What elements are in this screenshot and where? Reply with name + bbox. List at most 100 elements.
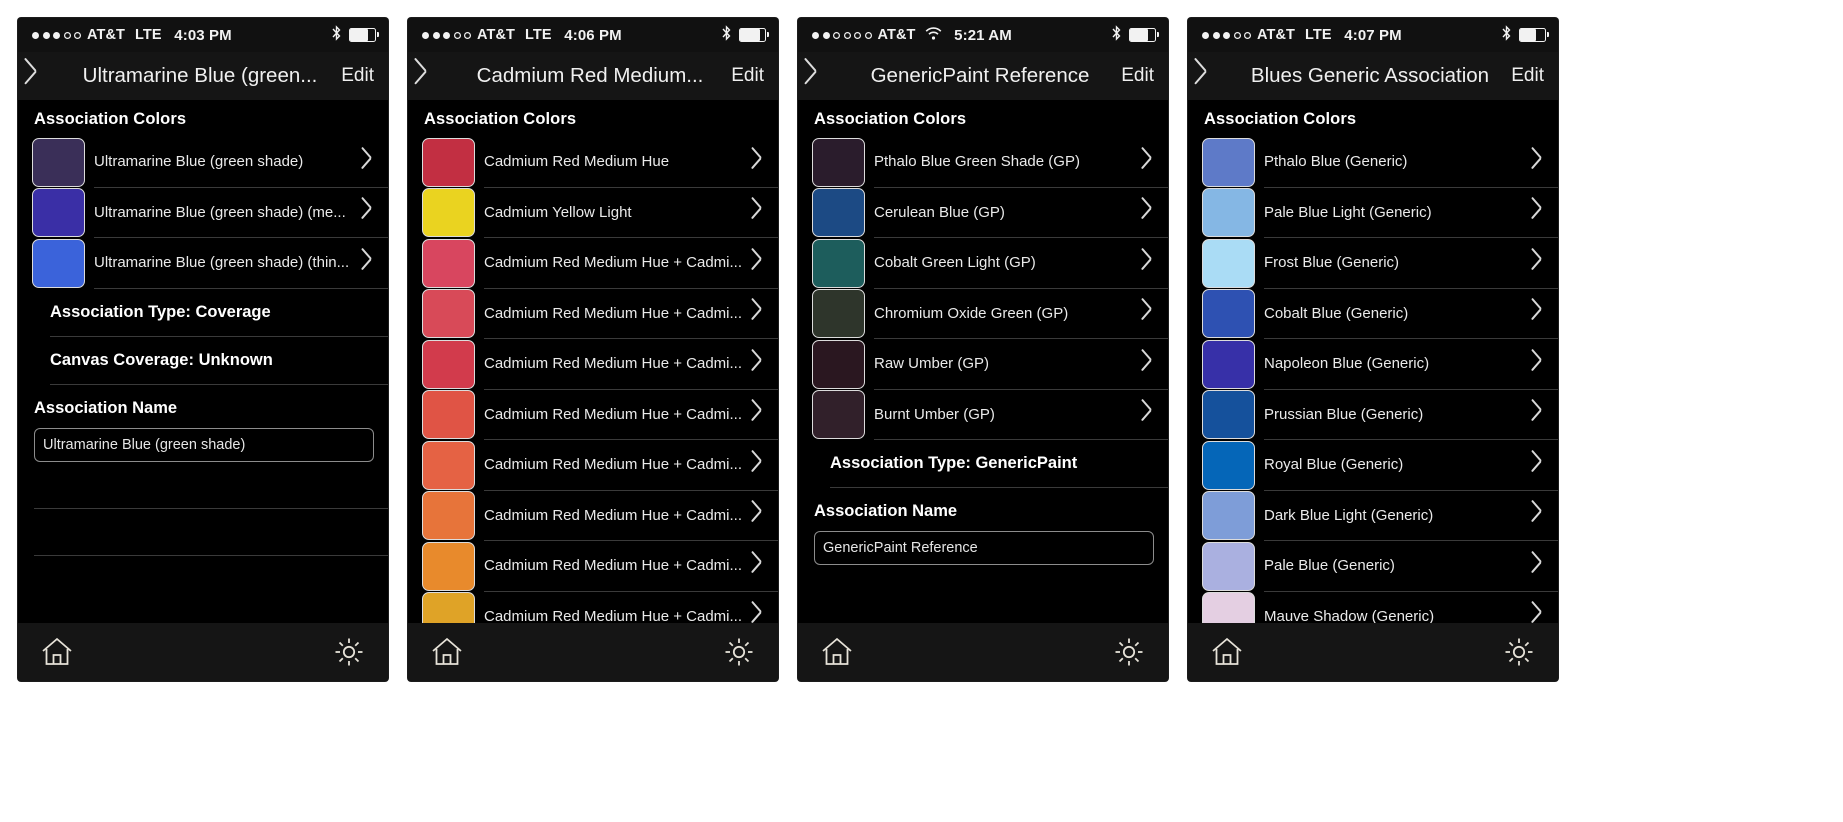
association-name-value: GenericPaint Reference (823, 540, 978, 556)
association-name-input[interactable]: GenericPaint Reference (814, 531, 1154, 565)
chevron-right-icon (1140, 152, 1152, 172)
color-name: Cadmium Red Medium Hue + Cadmi... (484, 557, 743, 575)
gear-icon[interactable] (332, 635, 366, 669)
list-item[interactable]: Ultramarine Blue (green shade) (thin... (18, 238, 388, 289)
list-item[interactable]: Cadmium Yellow Light (408, 188, 778, 238)
list-item[interactable]: Mauve Shadow (Generic) (1188, 592, 1558, 623)
list-item[interactable]: Raw Umber (GP) (798, 339, 1168, 390)
empty-row (34, 509, 388, 556)
home-icon[interactable] (1210, 635, 1244, 669)
color-name: Cadmium Red Medium Hue (484, 153, 670, 171)
color-swatch (812, 188, 865, 238)
list-item[interactable]: Pale Blue Light (Generic) (1188, 188, 1558, 238)
back-button[interactable] (18, 52, 64, 100)
list-item[interactable]: Cadmium Red Medium Hue + Cadmi... (408, 491, 778, 541)
color-swatch (32, 188, 85, 238)
color-name: Cerulean Blue (GP) (874, 203, 1005, 221)
list-item[interactable]: Cadmium Red Medium Hue + Cadmi... (408, 440, 778, 491)
color-swatch (422, 592, 475, 623)
home-icon[interactable] (430, 635, 464, 669)
list-item[interactable]: Pthalo Blue Green Shade (GP) (798, 137, 1168, 188)
chevron-left-icon (814, 63, 829, 89)
status-bar: AT&T LTE 4:03 PM (18, 18, 388, 52)
list-item[interactable]: Cadmium Red Medium Hue + Cadmi... (408, 390, 778, 440)
phone-screen-3: AT&T 5:21 AM GenericPaint Reference Edit… (798, 18, 1168, 681)
list-item[interactable]: Cadmium Red Medium Hue + Cadmi... (408, 541, 778, 592)
chevron-right-icon (1140, 303, 1152, 323)
color-name: Cadmium Red Medium Hue + Cadmi... (484, 506, 743, 524)
association-colors-list: Pthalo Blue Green Shade (GP) Cerulean Bl… (798, 137, 1168, 440)
list-item[interactable]: Frost Blue (Generic) (1188, 238, 1558, 289)
association-name-label: Association Name (34, 398, 178, 417)
list-item[interactable]: Cadmium Red Medium Hue (408, 137, 778, 188)
color-swatch (1202, 491, 1255, 541)
screenshot-stage: AT&T LTE 4:03 PM Ultramarine Blue (green… (0, 0, 1843, 822)
color-name: Frost Blue (Generic) (1264, 254, 1400, 272)
edit-button[interactable]: Edit (731, 65, 778, 87)
canvas-coverage-label: Canvas Coverage: Unknown (50, 337, 388, 385)
list-item[interactable]: Prussian Blue (Generic) (1188, 390, 1558, 440)
chevron-right-icon (1140, 202, 1152, 222)
gear-icon[interactable] (1502, 635, 1536, 669)
list-item[interactable]: Cadmium Red Medium Hue + Cadmi... (408, 339, 778, 390)
battery-icon (1129, 28, 1159, 42)
chevron-right-icon (1530, 354, 1542, 374)
back-button[interactable] (1188, 52, 1234, 100)
edit-button[interactable]: Edit (341, 65, 388, 87)
list-item[interactable]: Ultramarine Blue (green shade) (18, 137, 388, 188)
clock-label: 4:03 PM (174, 26, 232, 44)
color-swatch (422, 541, 475, 591)
screen-content: Association Colors Pthalo Blue (Generic)… (1188, 100, 1558, 623)
back-button[interactable] (798, 52, 844, 100)
list-item[interactable]: Cerulean Blue (GP) (798, 188, 1168, 238)
edit-button[interactable]: Edit (1121, 65, 1168, 87)
home-icon[interactable] (820, 635, 854, 669)
back-button[interactable] (408, 52, 454, 100)
gear-icon[interactable] (1112, 635, 1146, 669)
chevron-left-icon (34, 63, 49, 89)
color-name: Cadmium Red Medium Hue + Cadmi... (484, 254, 743, 272)
list-item[interactable]: Cobalt Green Light (GP) (798, 238, 1168, 289)
color-name: Ultramarine Blue (green shade) (thin... (94, 254, 350, 272)
color-name: Raw Umber (GP) (874, 355, 990, 373)
list-item[interactable]: Dark Blue Light (Generic) (1188, 491, 1558, 541)
section-header: Association Colors (814, 110, 967, 128)
info-section: Association Type: GenericPaint (814, 440, 1168, 488)
screen-content: Association Colors Pthalo Blue Green Sha… (798, 100, 1168, 623)
color-name: Pthalo Blue Green Shade (GP) (874, 153, 1080, 171)
chevron-right-icon (1140, 253, 1152, 273)
edit-button[interactable]: Edit (1511, 65, 1558, 87)
list-item[interactable]: Pale Blue (Generic) (1188, 541, 1558, 592)
list-item[interactable]: Royal Blue (Generic) (1188, 440, 1558, 491)
list-item[interactable]: Cobalt Blue (Generic) (1188, 289, 1558, 339)
chevron-right-icon (1530, 455, 1542, 475)
list-item[interactable]: Cadmium Red Medium Hue + Cadmi... (408, 289, 778, 339)
empty-row (34, 462, 388, 509)
tab-bar (18, 623, 388, 681)
home-icon[interactable] (40, 635, 74, 669)
navigation-bar: Blues Generic Association Edit (1188, 52, 1558, 100)
chevron-left-icon (424, 63, 439, 89)
list-item[interactable]: Napoleon Blue (Generic) (1188, 339, 1558, 390)
color-name: Chromium Oxide Green (GP) (874, 304, 1069, 322)
association-name-input[interactable]: Ultramarine Blue (green shade) (34, 427, 374, 462)
list-item[interactable]: Burnt Umber (GP) (798, 390, 1168, 440)
list-item[interactable]: Cadmium Red Medium Hue + Cadmi... (408, 592, 778, 623)
navigation-bar: GenericPaint Reference Edit (798, 52, 1168, 100)
chevron-left-icon (1204, 63, 1219, 89)
list-item[interactable]: Pthalo Blue (Generic) (1188, 137, 1558, 188)
color-swatch (1202, 541, 1255, 591)
chevron-right-icon (750, 303, 762, 323)
list-item[interactable]: Chromium Oxide Green (GP) (798, 289, 1168, 339)
list-item[interactable]: Ultramarine Blue (green shade) (me... (18, 188, 388, 238)
color-name: Pthalo Blue (Generic) (1264, 153, 1408, 171)
list-item[interactable]: Cadmium Red Medium Hue + Cadmi... (408, 238, 778, 289)
chevron-right-icon (750, 556, 762, 576)
status-bar: AT&T LTE 4:07 PM (1188, 18, 1558, 52)
page-title: GenericPaint Reference (870, 64, 1090, 87)
color-swatch (422, 137, 475, 187)
chevron-right-icon (1530, 404, 1542, 424)
gear-icon[interactable] (722, 635, 756, 669)
chevron-right-icon (1530, 606, 1542, 623)
chevron-right-icon (750, 606, 762, 623)
